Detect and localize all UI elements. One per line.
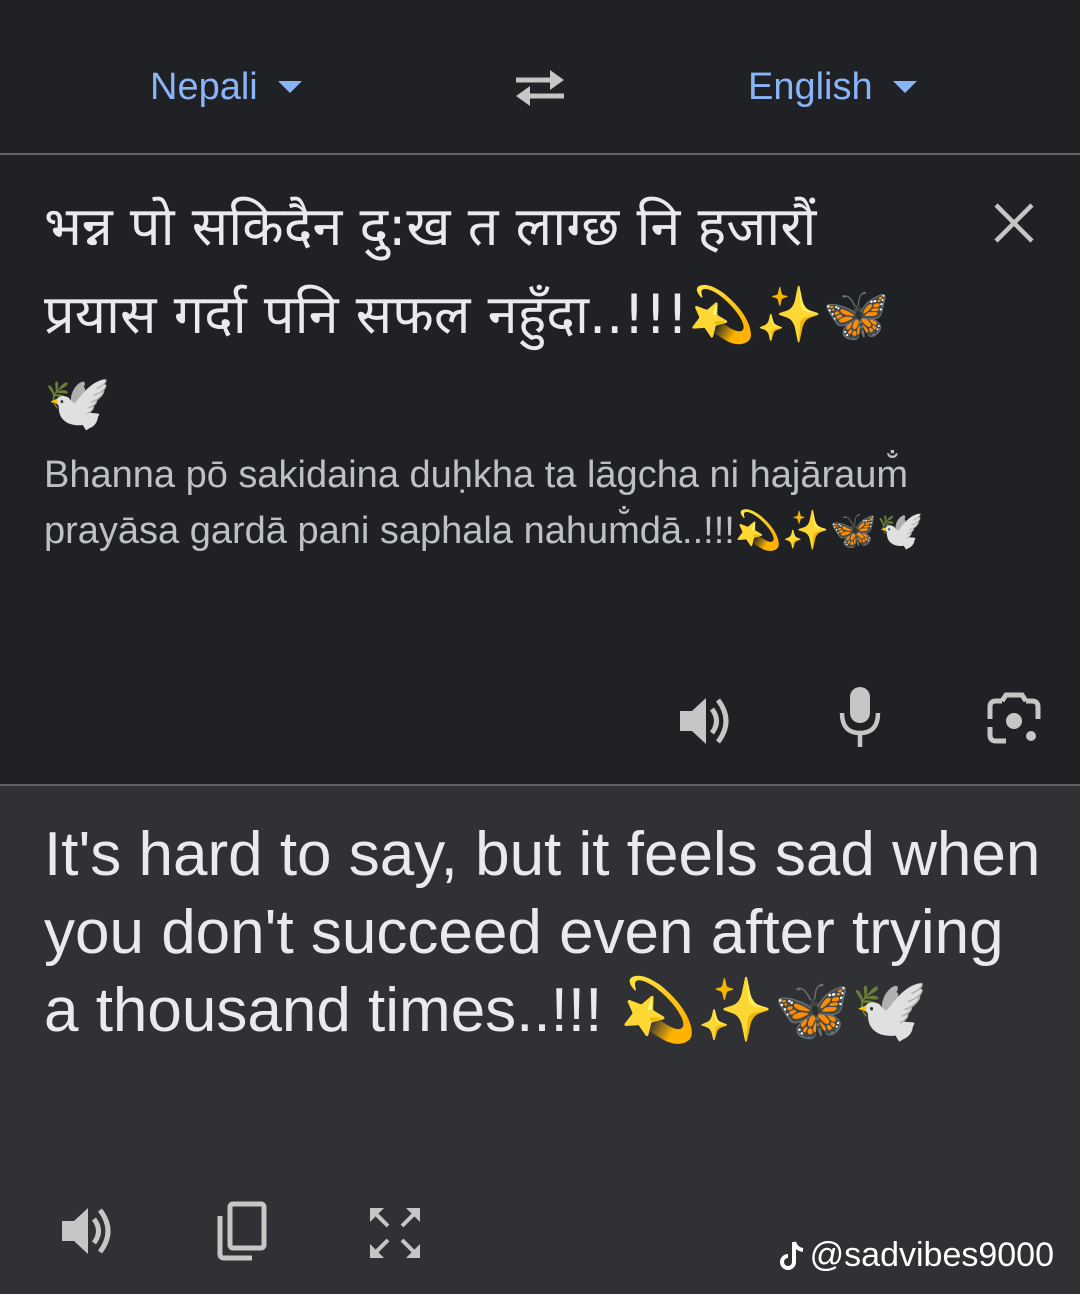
watermark-handle: @sadvibes9000: [809, 1236, 1054, 1274]
target-language-selector[interactable]: English: [748, 62, 919, 112]
speaker-icon[interactable]: [58, 1201, 118, 1261]
source-text[interactable]: भन्न पो सकिदैन दु:ख त लाग्छ नि हजारौं प्…: [44, 183, 944, 447]
source-language-label: Nepali: [150, 65, 258, 108]
swap-arrows-icon[interactable]: [510, 64, 570, 112]
camera-lens-icon[interactable]: [984, 689, 1044, 749]
language-bar: Nepali English: [0, 0, 1080, 154]
translation-text: It's hard to say, but it feels sad when …: [44, 820, 1041, 1045]
tiktok-logo-icon: [779, 1240, 804, 1270]
translation-panel: It's hard to say, but it feels sad when …: [0, 786, 1080, 1294]
microphone-icon[interactable]: [836, 685, 884, 751]
close-icon[interactable]: [990, 199, 1038, 247]
translate-app: Nepali English भन्न पो सकिदैन दु:ख त लाग…: [0, 0, 1080, 1294]
chevron-down-icon: [892, 81, 917, 93]
transliteration-text: Bhanna pō sakidaina duḥkha ta lāgcha ni …: [44, 454, 925, 552]
chevron-down-icon: [277, 81, 302, 93]
source-panel[interactable]: भन्न पो सकिदैन दु:ख त लाग्छ नि हजारौं प्…: [0, 155, 1080, 784]
tiktok-watermark: @sadvibes9000: [779, 1236, 1054, 1275]
source-language-selector[interactable]: Nepali: [150, 62, 304, 112]
target-language-label: English: [748, 65, 873, 108]
copy-icon[interactable]: [212, 1200, 268, 1262]
speaker-icon[interactable]: [676, 691, 736, 751]
fullscreen-icon[interactable]: [366, 1204, 424, 1262]
